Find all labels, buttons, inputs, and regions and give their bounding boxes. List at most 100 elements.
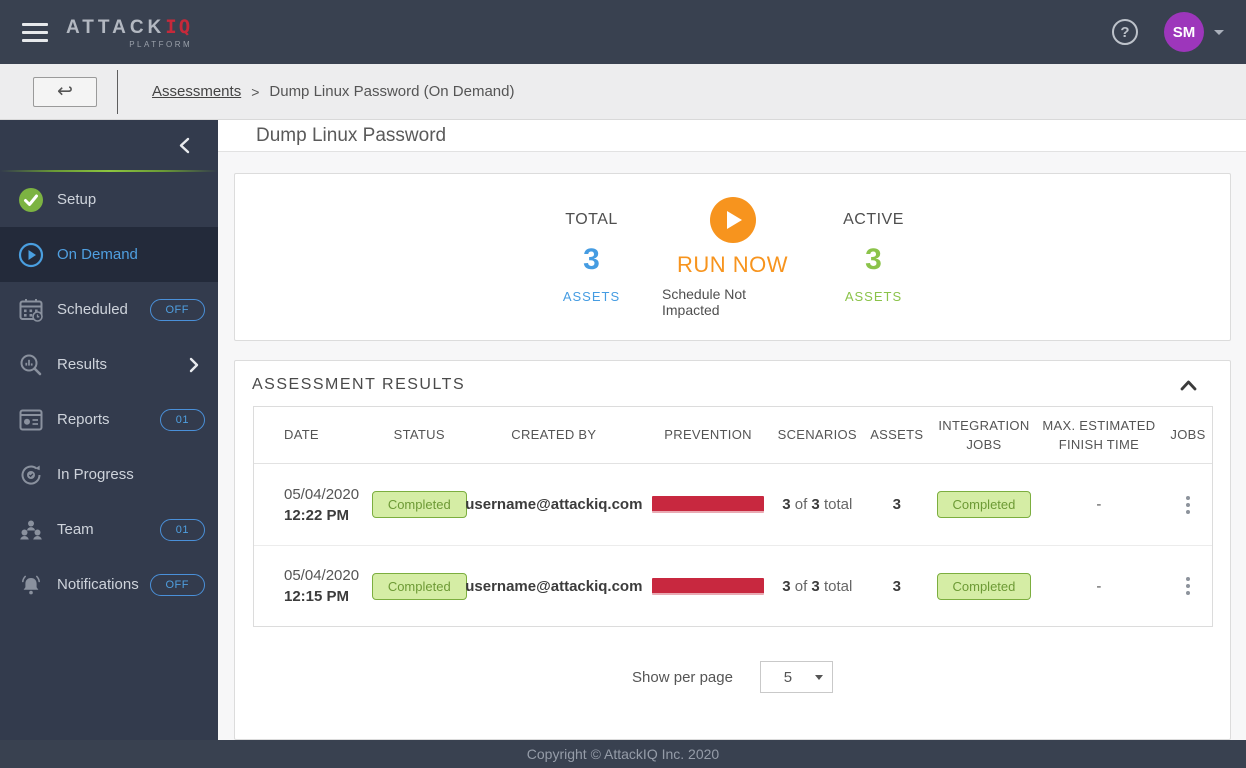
- scenarios-cell: 3 of 3 total: [775, 496, 859, 513]
- total-unit: ASSETS: [562, 288, 621, 304]
- footer: Copyright © AttackIQ Inc. 2020: [0, 740, 1246, 768]
- sidebar: Setup On Demand Scheduled OFF Results Re…: [0, 120, 218, 740]
- kebab-menu-icon[interactable]: [1180, 571, 1196, 601]
- sync-gear-icon: [18, 462, 44, 488]
- scenarios-done: 3: [782, 577, 791, 595]
- sidebar-item-notifications[interactable]: Notifications OFF: [0, 557, 218, 612]
- sidebar-item-label: On Demand: [57, 246, 138, 263]
- collapse-section-icon[interactable]: [1180, 379, 1197, 391]
- integration-status-badge: Completed: [936, 491, 1032, 518]
- column-header-status: STATUS: [393, 427, 445, 443]
- total-label: TOTAL: [565, 210, 618, 228]
- date-cell: 05/04/2020 12:22 PM: [254, 486, 372, 524]
- max-finish-value: -: [1096, 496, 1102, 513]
- per-page-value: 5: [783, 668, 793, 686]
- table-row[interactable]: 05/04/2020 12:15 PM Completed username@a…: [254, 545, 1212, 626]
- run-now-button[interactable]: RUN NOW Schedule Not Impacted: [662, 196, 803, 318]
- prevention-cell: [641, 577, 775, 595]
- assets-value: 3: [892, 577, 901, 595]
- scheduled-off-badge: OFF: [149, 298, 205, 321]
- play-icon[interactable]: [709, 196, 756, 243]
- integration-status-badge: Completed: [936, 572, 1032, 600]
- breadcrumb-link-assessments[interactable]: Assessments: [152, 83, 241, 100]
- scenarios-total: 3: [811, 496, 820, 513]
- help-glyph: ?: [1120, 23, 1130, 41]
- brand-attack-text: ATTACK: [66, 16, 166, 38]
- sidebar-item-on-demand[interactable]: On Demand: [0, 227, 218, 282]
- prevention-cell: [641, 496, 775, 513]
- sidebar-item-label: Setup: [57, 191, 97, 208]
- column-header-prevention: PREVENTION: [664, 427, 752, 443]
- notifications-off-badge: OFF: [149, 573, 205, 596]
- team-count-badge: 01: [159, 518, 205, 541]
- integration-jobs-cell: Completed: [934, 491, 1034, 518]
- bell-icon: [18, 572, 44, 598]
- breadcrumb-current: Dump Linux Password (On Demand): [269, 83, 515, 100]
- chevron-right-icon: [189, 357, 205, 373]
- assets-cell: 3: [859, 578, 934, 595]
- back-arrow-icon: ↩: [57, 80, 73, 102]
- kebab-menu-icon[interactable]: [1180, 490, 1196, 520]
- jobs-cell: [1164, 490, 1212, 520]
- status-badge: Completed: [371, 572, 467, 600]
- calendar-icon: [18, 297, 44, 323]
- table-row[interactable]: 05/04/2020 12:22 PM Completed username@a…: [254, 464, 1212, 545]
- column-header-scenarios: SCENARIOS: [777, 427, 857, 443]
- back-button[interactable]: ↩: [33, 76, 97, 107]
- total-value: 3: [583, 242, 600, 276]
- sidebar-item-scheduled[interactable]: Scheduled OFF: [0, 282, 218, 337]
- sidebar-item-results[interactable]: Results: [0, 337, 218, 392]
- active-assets-block: ACTIVE 3 ASSETS: [803, 211, 944, 304]
- avatar[interactable]: SM: [1164, 12, 1204, 52]
- breadcrumb-bar: ↩ Assessments > Dump Linux Password (On …: [0, 64, 1246, 120]
- scenarios-cell: 3 of 3 total: [775, 578, 859, 595]
- assessment-results-heading: ASSESSMENT RESULTS: [252, 376, 466, 393]
- report-icon: [18, 407, 44, 433]
- divider: [117, 69, 118, 114]
- sidebar-item-label: Notifications: [57, 576, 139, 593]
- column-header-max-estimated-finish-time: MAX. ESTIMATED FINISH TIME: [1042, 417, 1156, 453]
- date-value: 05/04/2020: [284, 485, 360, 503]
- status-cell: Completed: [371, 572, 467, 600]
- play-circle-icon: [18, 242, 44, 268]
- max-finish-cell: -: [1034, 578, 1164, 595]
- sidebar-item-setup[interactable]: Setup: [0, 172, 218, 227]
- sidebar-item-in-progress[interactable]: In Progress: [0, 447, 218, 502]
- top-app-bar: ATTACK IQ PLATFORM ? SM: [0, 0, 1246, 64]
- user-menu[interactable]: SM: [1164, 12, 1224, 52]
- run-now-subtext: Schedule Not Impacted: [662, 285, 747, 318]
- sidebar-item-label: Scheduled: [57, 301, 128, 318]
- table-header-row: DATE STATUS CREATED BY PREVENTION SCENAR…: [254, 407, 1212, 464]
- show-per-page-label: Show per page: [632, 668, 733, 686]
- select-caret-icon: [814, 674, 823, 680]
- max-finish-cell: -: [1034, 496, 1164, 513]
- menu-icon[interactable]: [22, 22, 48, 42]
- max-finish-value: -: [1096, 577, 1102, 595]
- prevention-bar: [652, 496, 765, 513]
- team-icon: [18, 517, 44, 543]
- sidebar-item-team[interactable]: Team 01: [0, 502, 218, 557]
- help-icon[interactable]: ?: [1112, 19, 1138, 45]
- main-content: Dump Linux Password TOTAL 3 ASSETS RUN N…: [218, 120, 1246, 740]
- copyright-text: Copyright © AttackIQ Inc. 2020: [526, 746, 720, 762]
- time-value: 12:15 PM: [284, 588, 350, 605]
- assessment-results-card: ASSESSMENT RESULTS DATE STATUS CREATED B…: [234, 360, 1231, 740]
- sidebar-item-label: Reports: [57, 411, 110, 428]
- column-header-created-by: CREATED BY: [511, 427, 597, 443]
- per-page-select[interactable]: 5: [759, 661, 833, 693]
- integration-jobs-cell: Completed: [934, 572, 1034, 600]
- total-word: total: [823, 577, 853, 595]
- column-header-assets: ASSETS: [870, 427, 924, 443]
- assets-cell: 3: [859, 496, 934, 513]
- date-value: 05/04/2020: [284, 567, 360, 584]
- summary-card: TOTAL 3 ASSETS RUN NOW Schedule Not Impa…: [234, 173, 1231, 341]
- status-badge: Completed: [371, 491, 467, 518]
- of-word: of: [794, 577, 808, 595]
- created-by-cell: username@attackiq.com: [465, 578, 642, 595]
- brand-iq-text: IQ: [165, 15, 193, 38]
- sidebar-collapse-icon[interactable]: [179, 137, 196, 154]
- created-by-value: username@attackiq.com: [465, 496, 643, 513]
- brand-platform-text: PLATFORM: [129, 39, 193, 49]
- sidebar-item-reports[interactable]: Reports 01: [0, 392, 218, 447]
- attackiq-logo: ATTACK IQ PLATFORM: [66, 16, 192, 49]
